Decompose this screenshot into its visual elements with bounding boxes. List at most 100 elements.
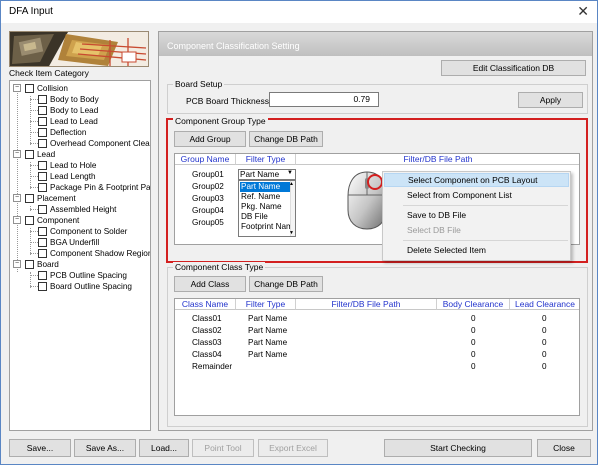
lead-clearance-cell[interactable]: 0 <box>542 338 547 347</box>
collapse-icon[interactable]: − <box>13 216 21 224</box>
body-clearance-cell[interactable]: 0 <box>471 326 476 335</box>
close-icon[interactable]: ✕ <box>577 3 589 20</box>
tree-item[interactable]: Package Pin & Footprint Pad <box>10 182 150 193</box>
tree-checkbox[interactable] <box>38 106 47 115</box>
class-grid[interactable]: Class Name Filter Type Filter/DB File Pa… <box>174 298 580 416</box>
tree-checkbox[interactable] <box>25 150 34 159</box>
menu-item-select-from-component-list[interactable]: Select from Component List <box>384 189 569 203</box>
tree-item[interactable]: Component to Solder <box>10 226 150 237</box>
pcb-thickness-input[interactable]: 0.79 <box>269 92 379 107</box>
class-name-cell[interactable]: Class02 <box>192 326 222 335</box>
check-item-tree[interactable]: − Collision Body to Body Body to Lead Lead t… <box>9 80 151 431</box>
class-filter-cell[interactable]: Part Name <box>248 350 287 359</box>
chevron-down-icon[interactable]: ▼ <box>287 170 293 176</box>
filter-type-combobox[interactable]: Part Name ▼ <box>238 169 296 180</box>
tree-item[interactable]: Lead to Lead <box>10 116 150 127</box>
body-clearance-cell[interactable]: 0 <box>471 362 476 371</box>
group-name-cell[interactable]: Group05 <box>192 218 224 227</box>
tree-item[interactable]: Component Shadow Region <box>10 248 150 259</box>
tree-checkbox[interactable] <box>38 205 47 214</box>
class-change-db-path-button[interactable]: Change DB Path <box>249 276 323 292</box>
tree-item[interactable]: Board Outline Spacing <box>10 281 150 292</box>
start-checking-button[interactable]: Start Checking <box>384 439 532 457</box>
filter-type-dropdown-list[interactable]: Part Name Ref. Name Pkg. Name DB File Fo… <box>238 180 296 237</box>
dfa-input-window: DFA Input ✕ Check Item Category − Collis… <box>0 0 598 465</box>
collapse-icon[interactable]: − <box>13 194 21 202</box>
tree-checkbox[interactable] <box>25 216 34 225</box>
tree-item[interactable]: − Component <box>10 215 150 226</box>
tree-item[interactable]: PCB Outline Spacing <box>10 270 150 281</box>
tree-item[interactable]: BGA Underfill <box>10 237 150 248</box>
group-name-cell[interactable]: Group02 <box>192 182 224 191</box>
filter-option[interactable]: Pkg. Name <box>241 202 282 211</box>
tree-checkbox[interactable] <box>38 183 47 192</box>
tree-checkbox[interactable] <box>25 84 34 93</box>
tree-checkbox[interactable] <box>38 161 47 170</box>
filter-option[interactable]: Footprint Nam <box>241 222 293 231</box>
tree-item[interactable]: Lead Length <box>10 171 150 182</box>
tree-checkbox[interactable] <box>38 172 47 181</box>
tree-checkbox[interactable] <box>38 117 47 126</box>
tree-checkbox[interactable] <box>38 238 47 247</box>
filter-option[interactable]: Part Name <box>241 182 280 191</box>
collapse-icon[interactable]: − <box>13 260 21 268</box>
edit-classification-db-button[interactable]: Edit Classification DB <box>441 60 586 76</box>
apply-button[interactable]: Apply <box>518 92 583 108</box>
dropdown-scrollbar[interactable] <box>290 181 295 236</box>
scroll-up-icon[interactable]: ▲ <box>289 181 294 187</box>
group-name-cell[interactable]: Group03 <box>192 194 224 203</box>
collapse-icon[interactable]: − <box>13 150 21 158</box>
menu-item-save-to-db-file[interactable]: Save to DB File <box>384 209 569 223</box>
tree-item[interactable]: − Placement <box>10 193 150 204</box>
scroll-down-icon[interactable]: ▼ <box>289 230 294 236</box>
class-filter-cell[interactable]: Part Name <box>248 338 287 347</box>
tree-checkbox[interactable] <box>25 194 34 203</box>
class-filter-cell[interactable]: Part Name <box>248 314 287 323</box>
lead-clearance-cell[interactable]: 0 <box>542 350 547 359</box>
tree-checkbox[interactable] <box>38 139 47 148</box>
close-button[interactable]: Close <box>537 439 591 457</box>
body-clearance-cell[interactable]: 0 <box>471 314 476 323</box>
tree-checkbox[interactable] <box>38 227 47 236</box>
add-group-button[interactable]: Add Group <box>174 131 246 147</box>
lead-clearance-cell[interactable]: 0 <box>542 326 547 335</box>
tree-item[interactable]: − Lead <box>10 149 150 160</box>
tree-checkbox[interactable] <box>38 128 47 137</box>
add-class-button[interactable]: Add Class <box>174 276 246 292</box>
tree-checkbox[interactable] <box>38 95 47 104</box>
save-button[interactable]: Save... <box>9 439 71 457</box>
tree-checkbox[interactable] <box>25 260 34 269</box>
group-change-db-path-button[interactable]: Change DB Path <box>249 131 323 147</box>
tree-item[interactable]: Deflection <box>10 127 150 138</box>
settings-header-title: Component Classification Setting <box>167 41 300 51</box>
body-clearance-cell[interactable]: 0 <box>471 350 476 359</box>
collapse-icon[interactable]: − <box>13 84 21 92</box>
class-name-cell[interactable]: Class03 <box>192 338 222 347</box>
component-group-type-title: Component Group Type <box>173 116 268 126</box>
class-filter-cell[interactable]: Part Name <box>248 326 287 335</box>
tree-checkbox[interactable] <box>38 271 47 280</box>
load-button[interactable]: Load... <box>139 439 189 457</box>
tree-item[interactable]: Assembled Height <box>10 204 150 215</box>
save-as-button[interactable]: Save As... <box>74 439 136 457</box>
tree-checkbox[interactable] <box>38 282 47 291</box>
lead-clearance-cell[interactable]: 0 <box>542 362 547 371</box>
tree-item[interactable]: − Collision <box>10 83 150 94</box>
group-name-cell[interactable]: Group01 <box>192 170 224 179</box>
lead-clearance-cell[interactable]: 0 <box>542 314 547 323</box>
tree-item[interactable]: − Board <box>10 259 150 270</box>
menu-item-select-on-pcb-layout[interactable]: Select Component on PCB Layout <box>384 173 569 187</box>
filter-option[interactable]: Ref. Name <box>241 192 280 201</box>
tree-item[interactable]: Body to Lead <box>10 105 150 116</box>
class-name-cell[interactable]: Remainder <box>192 362 232 371</box>
tree-item[interactable]: Lead to Hole <box>10 160 150 171</box>
class-name-cell[interactable]: Class04 <box>192 350 222 359</box>
group-name-cell[interactable]: Group04 <box>192 206 224 215</box>
menu-item-delete-selected[interactable]: Delete Selected Item <box>384 244 569 258</box>
tree-item[interactable]: Body to Body <box>10 94 150 105</box>
tree-checkbox[interactable] <box>38 249 47 258</box>
class-name-cell[interactable]: Class01 <box>192 314 222 323</box>
tree-item[interactable]: Overhead Component Clearar <box>10 138 150 149</box>
filter-option[interactable]: DB File <box>241 212 268 221</box>
body-clearance-cell[interactable]: 0 <box>471 338 476 347</box>
